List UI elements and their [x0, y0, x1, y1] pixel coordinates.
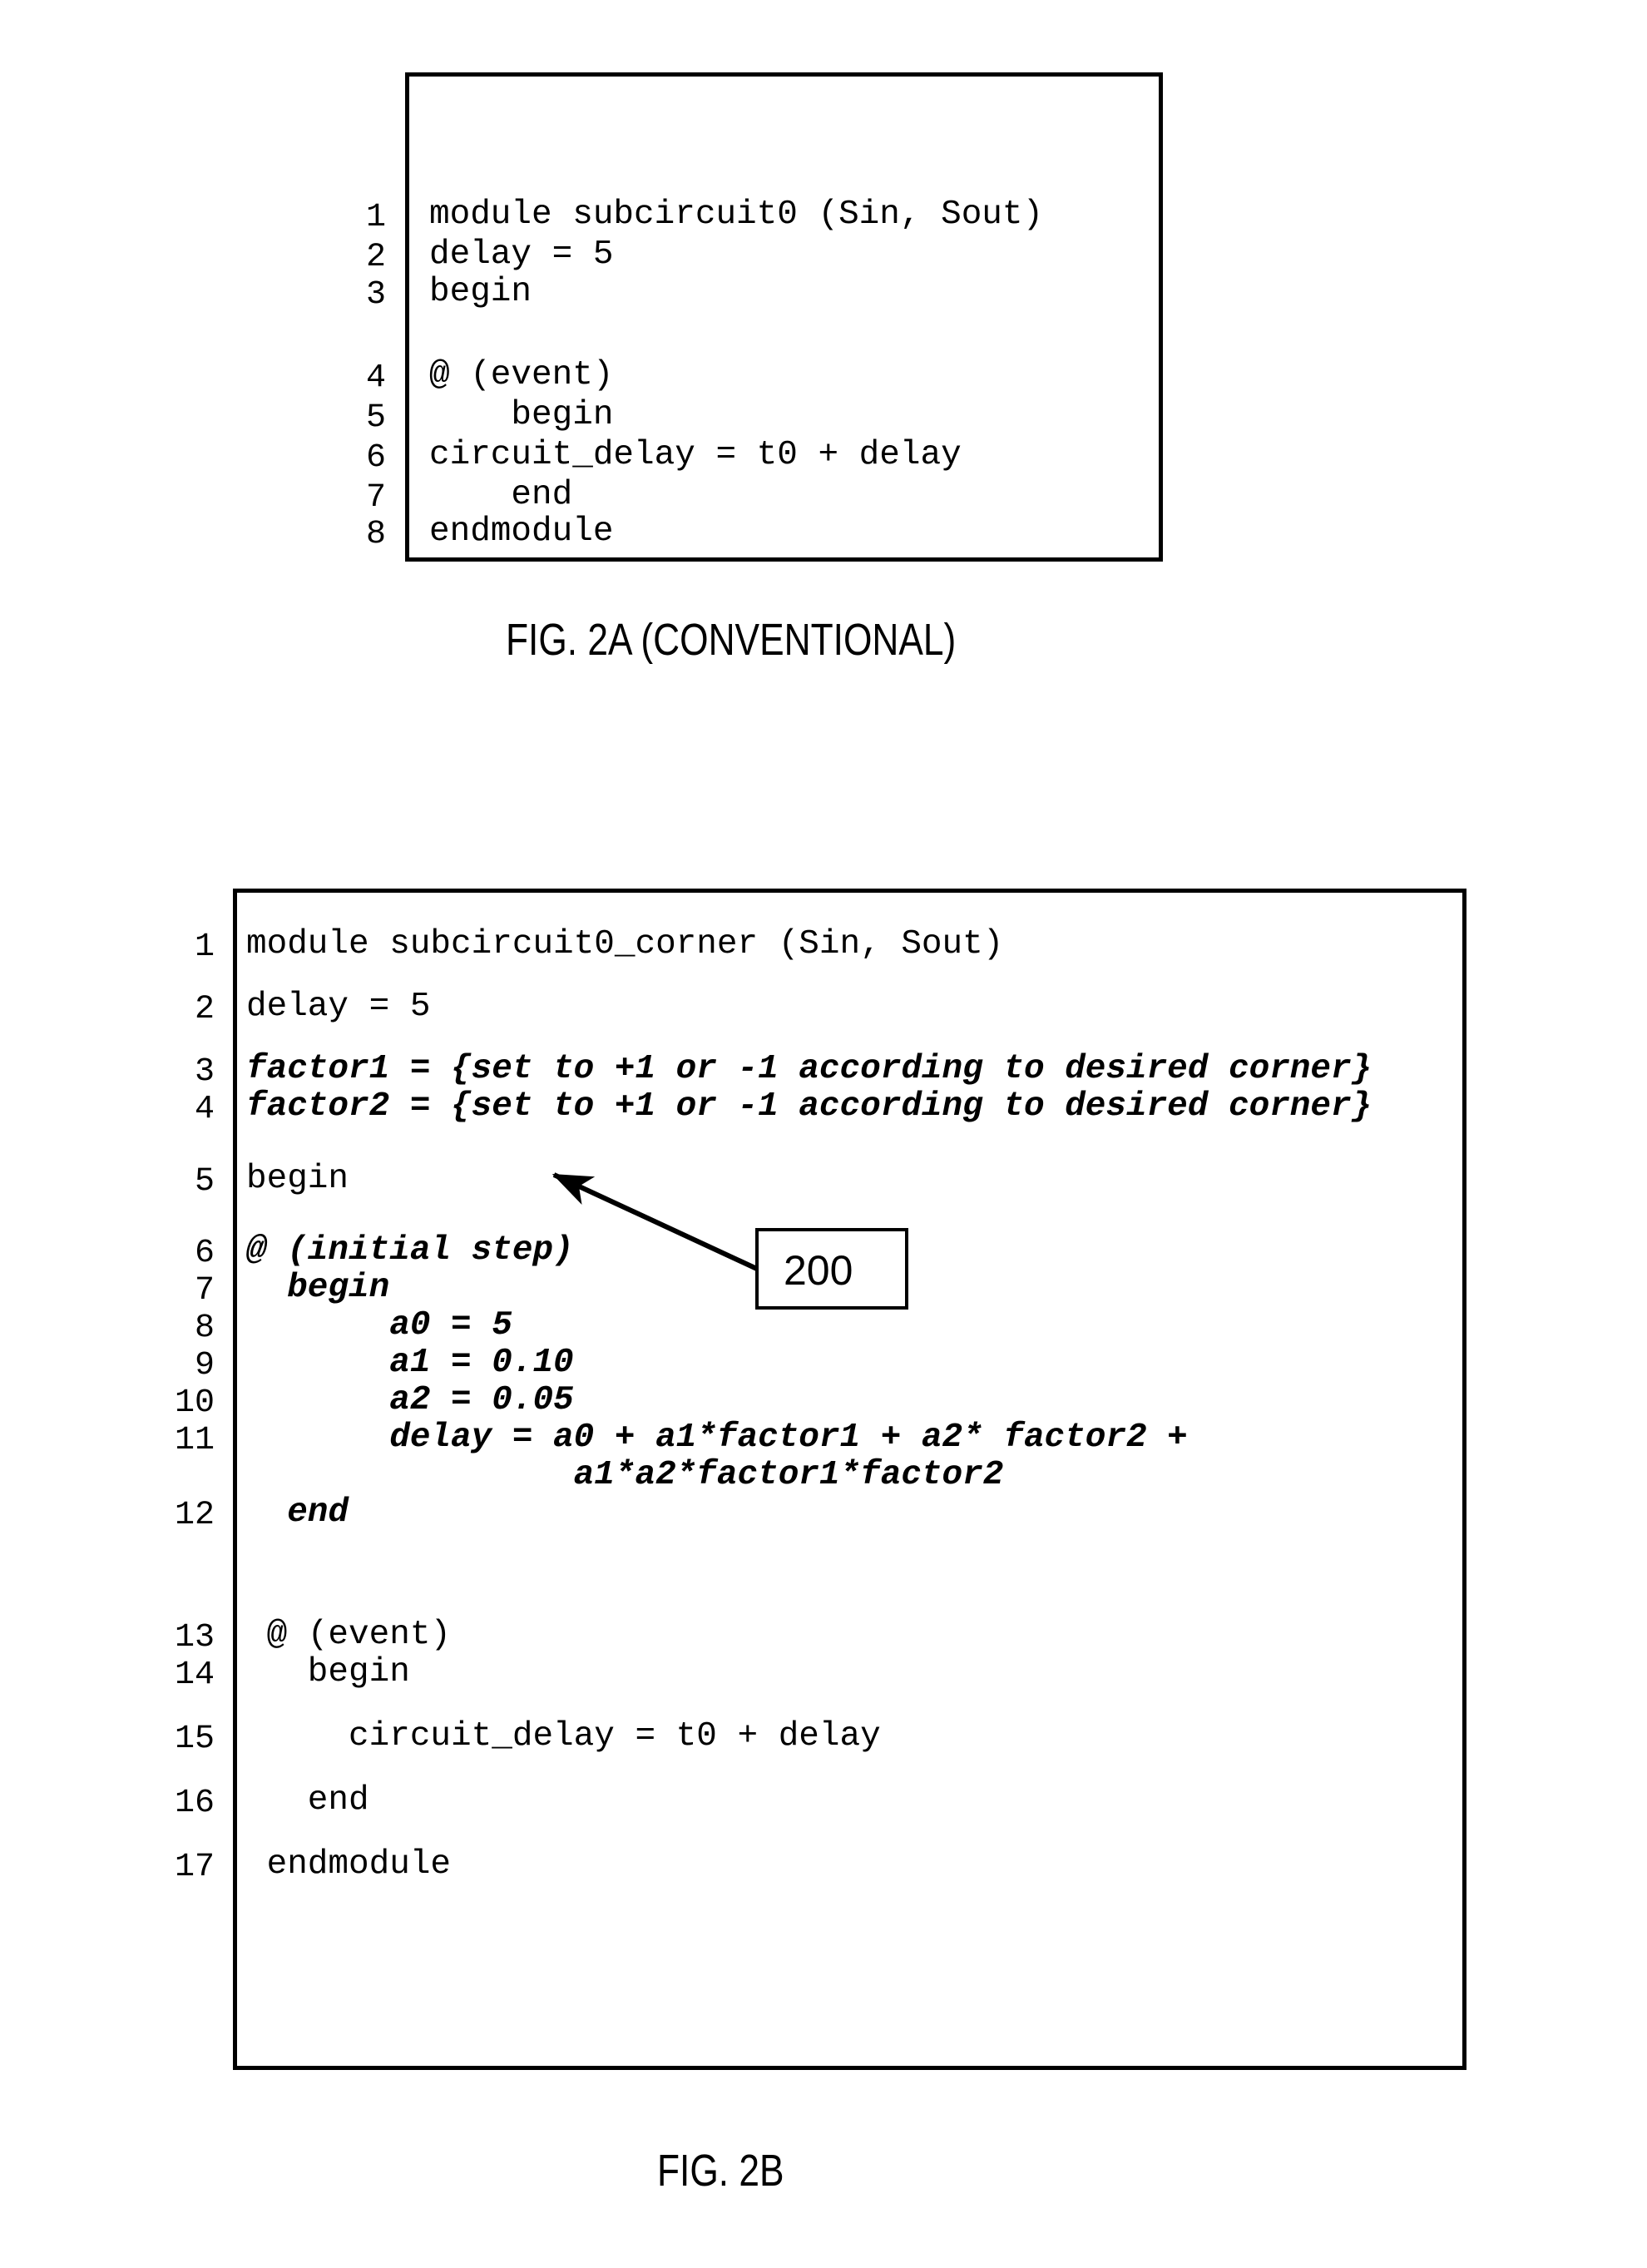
fig2b-line-number: 16 — [174, 1785, 215, 1822]
fig2a-line-number: 4 — [365, 359, 386, 397]
fig2b-line-number: 1 — [194, 928, 215, 966]
fig2b-code-line: circuit_delay = t0 + delay — [246, 1717, 881, 1755]
fig2b-code-line-continuation: a1*a2*factor1*factor2 — [246, 1456, 1004, 1494]
fig2b-line-number: 13 — [174, 1619, 215, 1656]
fig2a-code-line: delay = 5 — [429, 235, 614, 274]
fig2b-code-line: endmodule — [246, 1845, 452, 1884]
fig2b-code-line: delay = a0 + a1*factor1 + a2* factor2 + — [246, 1419, 1188, 1457]
fig2a-caption: FIG. 2A (CONVENTIONAL) — [506, 615, 957, 665]
fig2b-line-number: 8 — [194, 1310, 215, 1347]
fig2a-line-number: 5 — [365, 399, 386, 437]
fig2b-caption: FIG. 2B — [657, 2146, 784, 2196]
fig2b-code-line-factor2: factor2 = {set to +1 or -1 according to … — [246, 1087, 1372, 1126]
fig2b-code-line: module subcircuit0_corner (Sin, Sout) — [246, 925, 1004, 963]
fig2b-line-number: 17 — [174, 1849, 215, 1886]
fig2b-line-number: 12 — [174, 1497, 215, 1534]
fig2b-line-number: 2 — [194, 991, 215, 1028]
fig2a-code-line: circuit_delay = t0 + delay — [429, 436, 962, 474]
fig2b-code-line-factor1: factor1 = {set to +1 or -1 according to … — [246, 1050, 1372, 1088]
fig2b-code-line: delay = 5 — [246, 988, 431, 1026]
fig2b-line-number-gutter: 1 2 3 4 5 6 7 8 9 10 11 12 13 14 15 16 1… — [163, 889, 215, 1886]
fig2b-line-number: 14 — [174, 1656, 215, 1694]
fig2a-source-code: module subcircuit0 (Sin, Sout) delay = 5… — [429, 72, 1043, 551]
fig2b-source-code: module subcircuit0_corner (Sin, Sout) de… — [246, 889, 1372, 1884]
fig2a-code-line: module subcircuit0 (Sin, Sout) — [429, 196, 1044, 234]
fig2a-line-number: 6 — [365, 439, 386, 477]
fig2b-code-line: @ (event) — [246, 1616, 452, 1654]
fig2b-line-number: 10 — [174, 1384, 215, 1422]
fig2a-code-line: endmodule — [429, 513, 614, 551]
callout-200-box: 200 — [755, 1228, 908, 1310]
fig2a-line-number: 2 — [365, 239, 386, 276]
fig2b-code-line: a1 = 0.10 — [246, 1344, 574, 1382]
fig2b-code-line: begin — [246, 1653, 410, 1691]
fig2a-line-number: 7 — [365, 479, 386, 517]
fig2b-line-number: 11 — [174, 1422, 215, 1459]
fig2b-code-line: end — [246, 1781, 369, 1820]
fig2a-line-number: 8 — [365, 516, 386, 553]
fig2a-code-line: begin — [429, 396, 614, 434]
fig2a-code-line: @ (event) — [429, 356, 614, 394]
fig2a-code-line: end — [429, 476, 573, 514]
fig2b-line-number: 15 — [174, 1721, 215, 1758]
fig2b-line-number: 7 — [194, 1272, 215, 1310]
callout-200-label: 200 — [784, 1247, 853, 1294]
fig2b-line-number: 3 — [194, 1053, 215, 1091]
fig2b-code-line: @ (initial step) — [246, 1231, 574, 1270]
fig2b-line-number: 4 — [194, 1091, 215, 1128]
fig2a-line-number-gutter: 1 2 3 4 5 6 7 8 — [348, 72, 386, 553]
fig2b-code-line: begin — [246, 1160, 349, 1198]
fig2a-code-line: begin — [429, 273, 532, 311]
fig2b-line-number: 6 — [194, 1235, 215, 1272]
fig2b-code-line: end — [246, 1493, 349, 1532]
fig2b-line-number: 9 — [194, 1347, 215, 1384]
fig2a-line-number: 3 — [365, 276, 386, 314]
fig2b-code-line: a2 = 0.05 — [246, 1381, 574, 1419]
fig2b-line-number: 5 — [194, 1163, 215, 1201]
fig2b-code-line: a0 = 5 — [246, 1306, 512, 1344]
fig2a-line-number: 1 — [365, 199, 386, 236]
fig2b-code-line: begin — [246, 1269, 390, 1307]
